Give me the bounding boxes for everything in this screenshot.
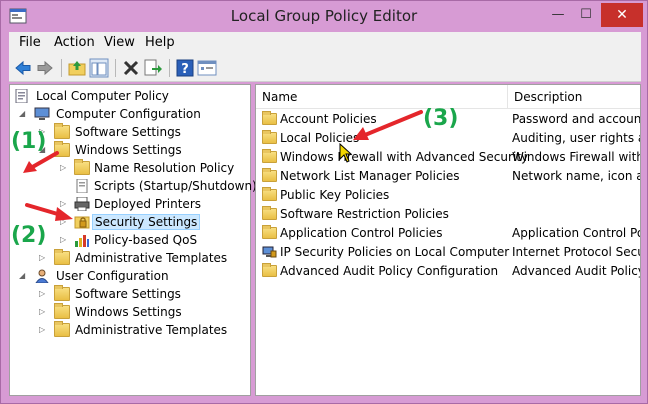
- folder-icon: [262, 149, 277, 163]
- security-folder-icon: [74, 216, 90, 229]
- list-row[interactable]: Software Restriction Policies: [256, 205, 640, 224]
- list-row[interactable]: Network List Manager Policies Network nam…: [256, 167, 640, 186]
- folder-icon: [54, 249, 70, 265]
- folder-icon: [262, 225, 277, 239]
- list-item-name: Windows Firewall with Advanced Security: [280, 150, 529, 164]
- toolbar-separator: [115, 59, 116, 77]
- menu-help[interactable]: Help: [145, 35, 175, 50]
- up-folder-icon[interactable]: [67, 58, 87, 78]
- tree-label: Name Resolution Policy: [94, 161, 235, 175]
- scripts-document-icon: [76, 179, 88, 193]
- list-row[interactable]: Application Control Policies Application …: [256, 224, 640, 243]
- toolbar: ?: [9, 54, 641, 82]
- expand-icon[interactable]: ▷: [60, 163, 69, 172]
- list-row[interactable]: Windows Firewall with Advanced Security W…: [256, 148, 640, 167]
- export-list-icon[interactable]: [143, 58, 163, 78]
- tree-label: Administrative Templates: [75, 251, 228, 265]
- expand-icon[interactable]: ▷: [39, 253, 48, 262]
- toolbar-separator: [61, 59, 62, 77]
- folder-icon: [262, 111, 277, 125]
- red-arrow-3: [353, 110, 423, 140]
- column-header-description[interactable]: Description: [508, 85, 640, 109]
- tree-label: Administrative Templates: [75, 323, 228, 337]
- list-item-name: Software Restriction Policies: [280, 207, 449, 221]
- collapse-icon[interactable]: ◢: [19, 109, 28, 118]
- show-hide-tree-icon[interactable]: [89, 58, 109, 78]
- folder-icon: [262, 130, 277, 144]
- list-item-description: Password and account lo: [512, 112, 640, 126]
- folder-icon: [262, 187, 277, 201]
- column-header-label: Description: [514, 90, 583, 104]
- expand-icon[interactable]: ▷: [39, 289, 48, 298]
- list-row[interactable]: Advanced Audit Policy Configuration Advan…: [256, 262, 640, 281]
- menu-view[interactable]: View: [104, 35, 135, 50]
- close-button[interactable]: ✕: [601, 3, 643, 27]
- list-item-description: Network name, icon and: [512, 169, 640, 183]
- list-row[interactable]: IP Security Policies on Local Computer In…: [256, 243, 640, 262]
- red-arrow-2: [25, 203, 73, 221]
- user-icon: [35, 269, 49, 283]
- mouse-cursor-icon: [339, 143, 353, 163]
- expand-icon[interactable]: ▷: [39, 307, 48, 316]
- list-item-description: Windows Firewall with A: [512, 150, 640, 164]
- toolbar-separator: [169, 59, 170, 77]
- list-item-name: IP Security Policies on Local Computer: [280, 245, 510, 259]
- qos-chart-icon: [75, 235, 89, 247]
- back-arrow-icon[interactable]: [13, 58, 33, 78]
- tree-label: Scripts (Startup/Shutdown): [94, 179, 257, 193]
- computer-icon: [34, 107, 50, 120]
- menu-file[interactable]: File: [19, 35, 41, 50]
- tree-label: Software Settings: [75, 125, 181, 139]
- forward-arrow-icon[interactable]: [35, 58, 55, 78]
- folder-icon: [262, 168, 277, 182]
- tree-label: Windows Settings: [75, 143, 182, 157]
- maximize-button[interactable]: ☐: [573, 5, 599, 27]
- red-arrow-1: [23, 151, 59, 173]
- folder-icon: [54, 303, 70, 319]
- list-item-description: Auditing, user rights and: [512, 131, 640, 145]
- expand-icon[interactable]: ▷: [60, 235, 69, 244]
- menu-bar: File Action View Help: [9, 32, 641, 54]
- collapse-icon[interactable]: ◢: [19, 271, 28, 280]
- printer-icon: [74, 197, 90, 211]
- menu-action[interactable]: Action: [54, 35, 95, 50]
- list-item-name: Application Control Policies: [280, 226, 443, 240]
- folder-icon: [262, 206, 277, 220]
- tree-label: Policy-based QoS: [94, 233, 198, 247]
- tree-label: Local Computer Policy: [36, 89, 169, 103]
- folder-icon: [74, 159, 90, 175]
- help-icon[interactable]: ?: [175, 58, 195, 78]
- annotation-step-3: (3): [423, 106, 459, 131]
- title-bar: Local Group Policy Editor — ☐ ✕: [1, 1, 647, 31]
- policy-document-icon: [15, 89, 28, 103]
- tree-label: Deployed Printers: [94, 197, 202, 211]
- folder-icon: [54, 321, 70, 337]
- column-header-name[interactable]: Name: [256, 85, 508, 109]
- tree-label: Software Settings: [75, 287, 181, 301]
- list-row[interactable]: Public Key Policies: [256, 186, 640, 205]
- list-row[interactable]: Local PoliciesAuditing, user rights and: [256, 129, 640, 148]
- folder-icon: [262, 263, 277, 277]
- svg-text:?: ?: [181, 62, 189, 77]
- tree-label: Windows Settings: [75, 305, 182, 319]
- minimize-button[interactable]: —: [545, 5, 571, 27]
- tree-label: Computer Configuration: [56, 107, 201, 121]
- list-item-description: Application Control Poli: [512, 226, 640, 240]
- list-item-description: Internet Protocol Securit: [512, 245, 640, 259]
- tree-label: Security Settings: [92, 214, 201, 230]
- annotation-step-2: (2): [11, 223, 47, 248]
- column-header-label: Name: [262, 90, 298, 104]
- folder-icon: [54, 285, 70, 301]
- list-item-name: Advanced Audit Policy Configuration: [280, 264, 499, 278]
- ip-security-icon: [262, 246, 277, 258]
- list-item-description: Advanced Audit Policy C: [512, 264, 640, 278]
- console-tree-icon[interactable]: [197, 58, 217, 78]
- app-window: Local Group Policy Editor — ☐ ✕ File Act…: [0, 0, 648, 404]
- list-item-name: Network List Manager Policies: [280, 169, 460, 183]
- delete-icon[interactable]: [121, 58, 141, 78]
- tree-label: User Configuration: [56, 269, 169, 283]
- folder-icon: [54, 123, 70, 139]
- list-item-name: Public Key Policies: [280, 188, 390, 202]
- expand-icon[interactable]: ▷: [39, 325, 48, 334]
